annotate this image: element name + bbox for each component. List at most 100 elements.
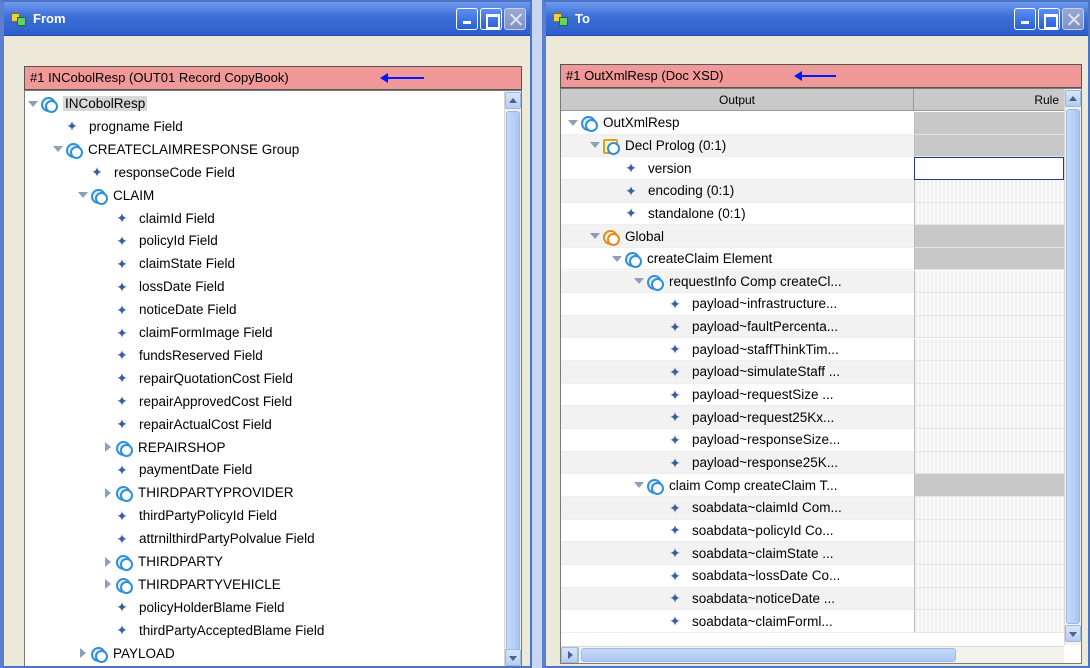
output-cell[interactable]: requestInfo Comp createCl... — [561, 270, 914, 294]
tree-row[interactable]: CREATECLAIMRESPONSE Group — [25, 138, 503, 161]
grid-row[interactable]: ✦ payload~faultPercenta... — [561, 315, 1081, 339]
output-cell[interactable]: Decl Prolog (0:1) — [561, 134, 914, 158]
scroll-thumb[interactable] — [1066, 109, 1080, 624]
tree-node-label[interactable]: payload~simulateStaff ... — [692, 364, 840, 379]
tree-node-label[interactable]: encoding (0:1) — [648, 183, 734, 198]
rule-cell[interactable] — [914, 157, 1064, 180]
output-cell[interactable]: ✦ payload~response25K... — [561, 451, 914, 475]
tree-node-label[interactable]: payload~faultPercenta... — [692, 319, 838, 334]
tree-row[interactable]: REPAIRSHOP — [25, 436, 503, 459]
expand-right-icon[interactable] — [102, 487, 114, 499]
expand-down-icon[interactable] — [77, 189, 89, 201]
tree-row[interactable]: ✦ policyHolderBlame Field — [25, 596, 503, 619]
grid-row[interactable]: ✦ soabdata~claimId Com... — [561, 497, 1081, 520]
expand-down-icon[interactable] — [589, 139, 601, 151]
rule-cell[interactable] — [914, 383, 1064, 407]
tree-node-label[interactable]: CLAIM — [113, 188, 154, 203]
output-cell[interactable]: ✦ payload~infrastructure... — [561, 293, 914, 316]
expand-down-icon[interactable] — [633, 479, 645, 491]
minimize-button[interactable] — [456, 7, 478, 30]
tree-node-label[interactable]: claimState Field — [139, 256, 235, 271]
tree-row[interactable]: ✦ lossDate Field — [25, 275, 503, 298]
grid-row[interactable]: ✦ payload~requestSize ... — [561, 383, 1081, 407]
from-titlebar[interactable]: From — [4, 2, 530, 36]
output-cell[interactable]: ✦ soabdata~policyId Co... — [561, 520, 914, 543]
h-scroll-thumb[interactable] — [581, 648, 956, 662]
grid-row[interactable]: ✦ soabdata~lossDate Co... — [561, 565, 1081, 588]
tree-node-label[interactable]: soabdata~claimId Com... — [692, 500, 842, 515]
output-cell[interactable]: claim Comp createClaim T... — [561, 474, 914, 497]
tree-row[interactable]: ✦ thirdPartyPolicyId Field — [25, 504, 503, 527]
maximize-button[interactable] — [1038, 7, 1060, 30]
grid-row[interactable]: ✦ payload~request25Kx... — [561, 406, 1081, 430]
grid-row[interactable]: ✦ payload~simulateStaff ... — [561, 361, 1081, 384]
grid-row[interactable]: ✦ soabdata~policyId Co... — [561, 519, 1081, 543]
tree-node-label[interactable]: progname Field — [89, 119, 183, 134]
output-cell[interactable]: ✦ soabdata~noticeDate ... — [561, 587, 914, 611]
output-cell[interactable]: ✦ version — [561, 157, 914, 180]
tree-node-label[interactable]: INCobolResp — [63, 96, 148, 111]
tree-node-label[interactable]: attrnilthirdPartyPolvalue Field — [139, 531, 315, 546]
output-cell[interactable]: OutXmlResp — [561, 112, 914, 135]
tree-node-label[interactable]: soabdata~noticeDate ... — [692, 591, 835, 606]
scroll-up-button[interactable] — [505, 92, 521, 109]
tree-node-label[interactable]: payload~responseSize... — [692, 432, 840, 447]
grid-row[interactable]: ✦ payload~responseSize... — [561, 429, 1081, 452]
tree-node-label[interactable]: payload~staffThinkTim... — [692, 342, 839, 357]
rule-cell[interactable] — [914, 225, 1064, 248]
rule-cell[interactable] — [914, 429, 1064, 452]
tree-row[interactable]: ✦ thirdPartyAcceptedBlame Field — [25, 619, 503, 642]
tree-node-label[interactable]: soabdata~claimForml... — [692, 614, 833, 629]
to-horizontal-scrollbar[interactable] — [561, 646, 1064, 663]
tree-node-label[interactable]: fundsReserved Field — [139, 348, 263, 363]
grid-row[interactable]: createClaim Element — [561, 247, 1081, 271]
rule-column-header[interactable]: Rule — [914, 89, 1081, 110]
expand-right-icon[interactable] — [102, 441, 114, 453]
tree-node-label[interactable]: policyHolderBlame Field — [139, 600, 285, 615]
tree-row[interactable]: ✦ repairApprovedCost Field — [25, 390, 503, 413]
rule-cell[interactable] — [914, 542, 1064, 565]
output-cell[interactable]: Global — [561, 225, 914, 248]
tree-node-label[interactable]: thirdPartyPolicyId Field — [139, 508, 277, 523]
expand-down-icon[interactable] — [633, 275, 645, 287]
grid-row[interactable]: requestInfo Comp createCl... — [561, 270, 1081, 294]
output-cell[interactable]: ✦ encoding (0:1) — [561, 179, 914, 203]
tree-node-label[interactable]: repairQuotationCost Field — [139, 371, 293, 386]
grid-row[interactable]: Decl Prolog (0:1) — [561, 134, 1081, 158]
expand-right-icon[interactable] — [77, 647, 89, 659]
tree-node-label[interactable]: payload~response25K... — [692, 455, 838, 470]
tree-node-label[interactable]: policyId Field — [139, 233, 218, 248]
grid-row[interactable]: ✦ soabdata~claimState ... — [561, 542, 1081, 565]
tree-row[interactable]: ✦ repairActualCost Field — [25, 413, 503, 436]
tree-node-label[interactable]: CREATECLAIMRESPONSE Group — [88, 142, 299, 157]
tree-row[interactable]: ✦ attrnilthirdPartyPolvalue Field — [25, 527, 503, 550]
tree-node-label[interactable]: claim Comp createClaim T... — [669, 478, 838, 493]
rule-cell[interactable] — [914, 497, 1064, 520]
panel-divider[interactable] — [532, 0, 542, 668]
expand-down-icon[interactable] — [52, 143, 64, 155]
tree-row[interactable]: INCobolResp — [25, 92, 503, 115]
output-cell[interactable]: createClaim Element — [561, 248, 914, 271]
tree-node-label[interactable]: repairApprovedCost Field — [139, 394, 292, 409]
grid-row[interactable]: OutXmlResp — [561, 112, 1081, 135]
tree-node-label[interactable]: lossDate Field — [139, 279, 225, 294]
output-cell[interactable]: ✦ payload~request25Kx... — [561, 406, 914, 430]
rule-cell[interactable] — [914, 565, 1064, 588]
tree-row[interactable]: ✦ claimId Field — [25, 207, 503, 230]
tree-node-label[interactable]: THIRDPARTYPROVIDER — [138, 485, 294, 500]
expand-down-icon[interactable] — [27, 98, 39, 110]
rule-cell[interactable] — [914, 519, 1064, 543]
tree-node-label[interactable]: version — [648, 161, 692, 176]
rule-cell[interactable] — [914, 315, 1064, 339]
rule-cell[interactable] — [914, 587, 1064, 611]
close-button[interactable] — [504, 7, 526, 30]
rule-cell[interactable] — [914, 247, 1064, 271]
rule-cell[interactable] — [914, 406, 1064, 430]
tree-node-label[interactable]: repairActualCost Field — [139, 417, 272, 432]
rule-cell[interactable] — [914, 293, 1064, 316]
tree-row[interactable]: THIRDPARTY — [25, 550, 503, 573]
tree-row[interactable]: ✦ claimFormImage Field — [25, 321, 503, 344]
tree-row[interactable]: ✦ fundsReserved Field — [25, 344, 503, 367]
scroll-right-button[interactable] — [561, 647, 578, 663]
tree-node-label[interactable]: REPAIRSHOP — [138, 440, 226, 455]
